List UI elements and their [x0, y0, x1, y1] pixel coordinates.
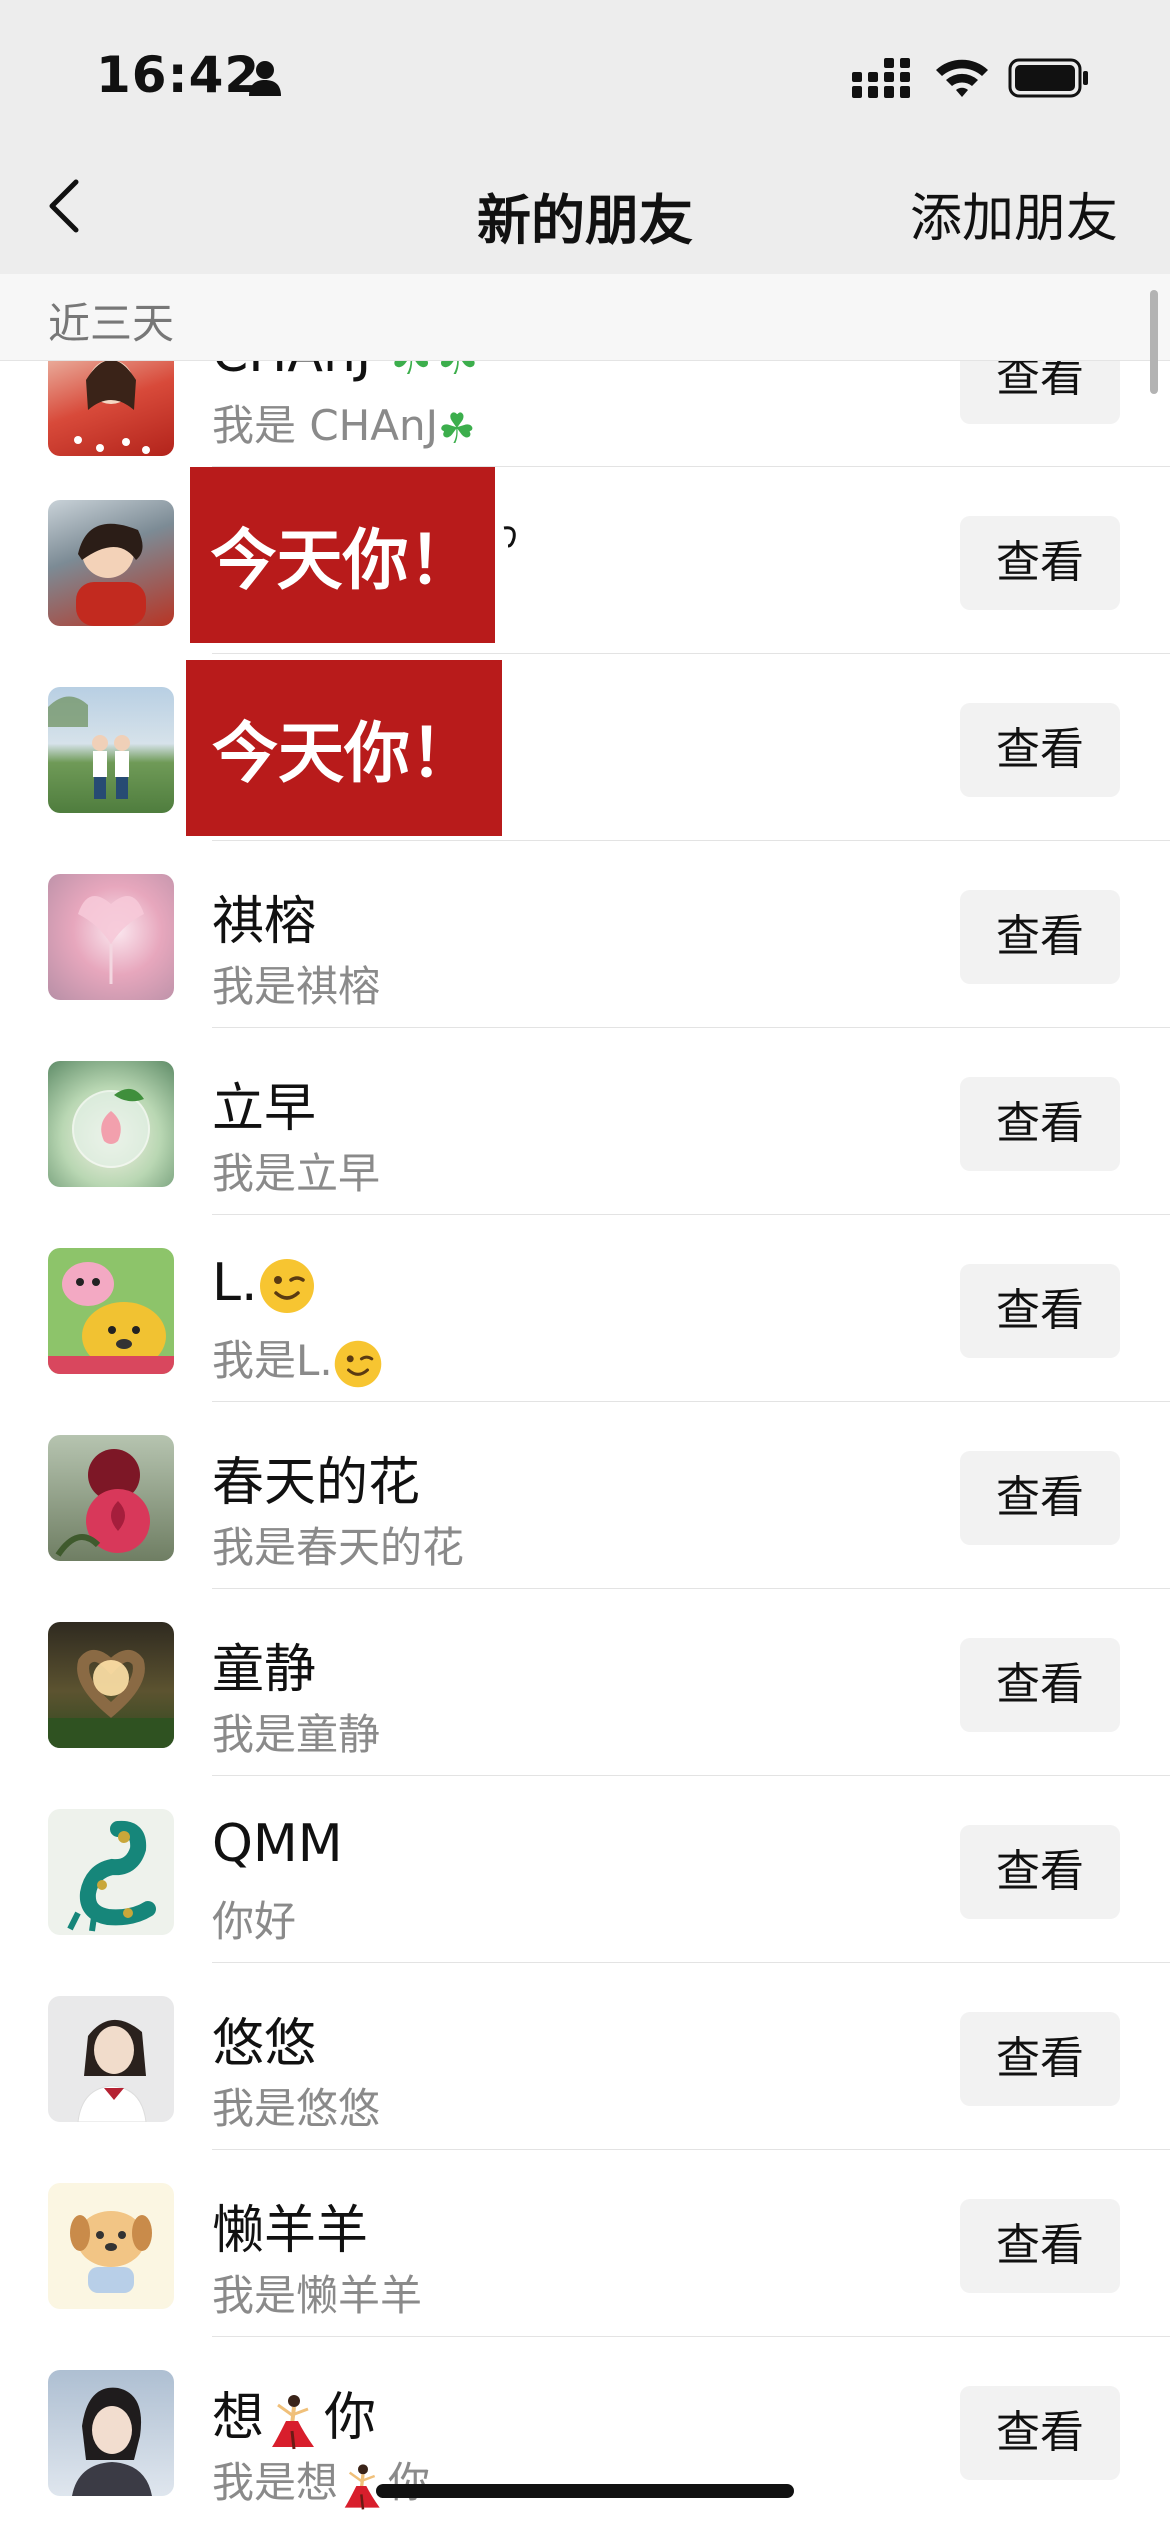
avatar[interactable] [48, 1809, 174, 1935]
section-label: 近三天 [48, 299, 175, 348]
avatar[interactable] [48, 500, 174, 626]
contact-name: 童静 [212, 1640, 317, 1700]
request-message: 我是春天的花 [212, 1523, 465, 1572]
winking-face-icon [334, 1340, 382, 1387]
status-time: 16:42 [96, 46, 261, 104]
list-item[interactable]: 春天的花 我是春天的花 查看 [0, 1402, 1170, 1589]
home-indicator[interactable] [376, 2484, 794, 2498]
avatar[interactable] [48, 1435, 174, 1561]
avatar[interactable] [48, 1061, 174, 1187]
list-item[interactable]: 立早 我是立早 查看 [0, 1028, 1170, 1215]
request-message: 我是懒羊羊 [212, 2271, 423, 2320]
contact-name: 祺榕 [212, 892, 317, 952]
contact-name: 春天的花 [212, 1453, 421, 1513]
list-item[interactable]: QMM 你好 查看 [0, 1776, 1170, 1963]
contact-name: 立早 [212, 1079, 317, 1139]
request-message: 我是L. [212, 1327, 383, 1389]
dancer-icon [272, 2395, 315, 2450]
section-header: 近三天 [0, 274, 1170, 361]
battery-icon [1008, 58, 1088, 98]
wifi-icon [936, 59, 988, 97]
winking-face-icon [259, 1259, 314, 1313]
view-button[interactable]: 查看 [960, 1077, 1120, 1171]
contact-name: 想你 [212, 2375, 376, 2451]
request-message: 我是 CHAnJ☘ [212, 401, 476, 453]
status-bar: 16:42 [0, 0, 1170, 150]
avatar[interactable] [48, 2183, 174, 2309]
contact-name: QMM [212, 1814, 343, 1874]
request-message: 我是想你 [212, 2449, 430, 2511]
add-friend-button[interactable]: 添加朋友 [910, 176, 1118, 251]
overlay-banner: 今天你！ [186, 660, 502, 836]
avatar[interactable] [48, 874, 174, 1000]
view-button[interactable]: 查看 [960, 1451, 1120, 1545]
view-button[interactable]: 查看 [960, 2199, 1120, 2293]
cellular-signal-icon [852, 58, 910, 98]
contact-name: L. [212, 1253, 316, 1315]
view-button[interactable]: 查看 [960, 1638, 1120, 1732]
request-message: 你好 [212, 1897, 297, 1946]
avatar[interactable] [48, 687, 174, 813]
person-icon [249, 61, 281, 96]
scrollbar[interactable] [1150, 290, 1158, 394]
view-button[interactable]: 查看 [960, 1825, 1120, 1919]
view-button[interactable]: 查看 [960, 516, 1120, 610]
list-item[interactable]: 今天你！ 查看 [0, 467, 1170, 654]
list-item[interactable]: 悠悠 我是悠悠 查看 [0, 1963, 1170, 2150]
list-item[interactable]: L. 我是L. 查看 [0, 1215, 1170, 1402]
view-button[interactable]: 查看 [960, 2012, 1120, 2106]
contact-name: 懒羊羊 [212, 2201, 369, 2261]
contact-name: 悠悠 [212, 2014, 317, 2074]
view-button[interactable]: 查看 [960, 890, 1120, 984]
avatar[interactable] [48, 1248, 174, 1374]
request-message: 我是立早 [212, 1149, 381, 1198]
squiggle-mark [503, 526, 516, 548]
view-button[interactable]: 查看 [960, 703, 1120, 797]
avatar[interactable] [48, 2370, 174, 2496]
overlay-banner: 今天你！ [190, 467, 495, 643]
request-message: 我是祺榕 [212, 962, 381, 1011]
view-button[interactable]: 查看 [960, 1264, 1120, 1358]
avatar[interactable] [48, 1996, 174, 2122]
request-message: 我是悠悠 [212, 2084, 381, 2133]
list-item[interactable]: 今天你！ 查看 [0, 654, 1170, 841]
list-item[interactable]: 童静 我是童静 查看 [0, 1589, 1170, 1776]
view-button[interactable]: 查看 [960, 2386, 1120, 2480]
avatar[interactable] [48, 1622, 174, 1748]
list-item[interactable]: 懒羊羊 我是懒羊羊 查看 [0, 2150, 1170, 2337]
four-leaf-clover-icon: ☘ [438, 404, 476, 453]
request-message: 我是童静 [212, 1710, 381, 1759]
list-item[interactable]: 祺榕 我是祺榕 查看 [0, 841, 1170, 1028]
